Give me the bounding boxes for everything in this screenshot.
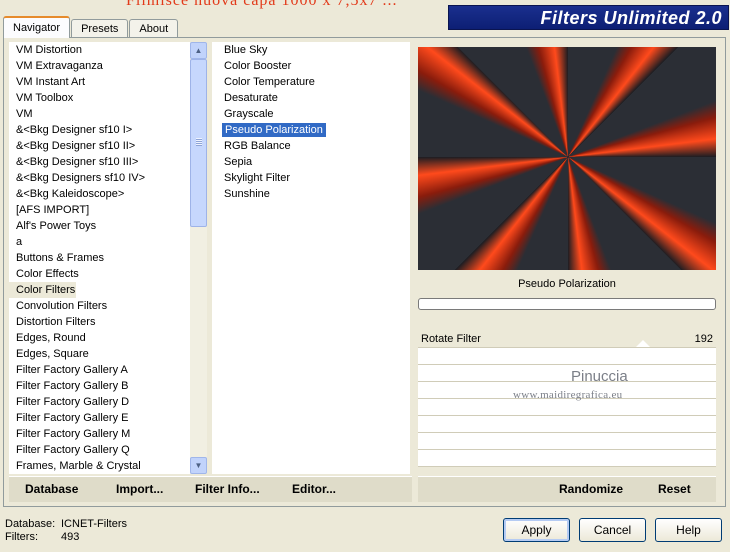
tab-about[interactable]: About — [129, 19, 179, 38]
filter-item[interactable]: Skylight Filter — [212, 170, 410, 186]
database-label: Database: — [5, 518, 56, 530]
category-item[interactable]: VM Toolbox — [9, 90, 189, 106]
param-row-empty — [418, 348, 716, 365]
parameter-panel: Rotate Filter 192 — [418, 331, 716, 473]
param-value: 192 — [694, 333, 713, 345]
param-row-rotate[interactable]: Rotate Filter 192 — [418, 331, 716, 348]
filter-item[interactable]: Color Booster — [212, 58, 410, 74]
tab-bar: Navigator Presets About — [3, 16, 179, 38]
category-item[interactable]: &<Bkg Kaleidoscope> — [9, 186, 189, 202]
filter-item[interactable]: Sunshine — [212, 186, 410, 202]
filter-item[interactable]: Grayscale — [212, 106, 410, 122]
filter-info-button[interactable]: Filter Info... — [195, 482, 260, 496]
scroll-up-button[interactable]: ▲ — [190, 42, 207, 59]
category-list[interactable]: VM Distortion VM Extravaganza VM Instant A… — [9, 42, 189, 474]
cancel-button[interactable]: Cancel — [579, 518, 646, 542]
param-row-empty — [418, 450, 716, 467]
param-label: Rotate Filter — [421, 333, 481, 345]
category-item[interactable]: Distortion Filters — [9, 314, 189, 330]
param-row-empty — [418, 416, 716, 433]
tab-presets[interactable]: Presets — [71, 19, 129, 38]
filter-item-label: Skylight Filter — [224, 172, 291, 184]
filter-item-label: Pseudo Polarization — [222, 123, 326, 137]
filter-item[interactable]: Sepia — [212, 154, 410, 170]
tab-navigator[interactable]: Navigator — [3, 16, 71, 38]
filter-item-label: Sepia — [224, 156, 253, 168]
category-item[interactable]: &<Bkg Designer sf10 I> — [9, 122, 189, 138]
category-item[interactable]: Filter Factory Gallery M — [9, 426, 189, 442]
preview-polarization-pattern — [418, 47, 716, 270]
filter-item[interactable]: Color Temperature — [212, 74, 410, 90]
filter-item-label: Desaturate — [224, 92, 278, 104]
slider-pointer-icon[interactable] — [636, 340, 650, 347]
category-item[interactable]: VM Extravaganza — [9, 58, 189, 74]
filter-item-label: Blue Sky — [224, 44, 268, 56]
scroll-down-button[interactable]: ▼ — [190, 457, 207, 474]
category-item[interactable]: Edges, Square — [9, 346, 189, 362]
navigator-button-bar: Database Import... Filter Info... Editor… — [9, 476, 412, 502]
category-item[interactable]: Edges, Round — [9, 330, 189, 346]
overlay-caption: Filmisce nuova capa 1000 x 7,5x7 ... — [126, 0, 398, 9]
filter-item[interactable]: Pseudo Polarization — [212, 122, 410, 138]
category-item[interactable]: VM Instant Art — [9, 74, 189, 90]
top-strip: Filmisce nuova capa 1000 x 7,5x7 ... Nav… — [0, 0, 730, 38]
category-item[interactable]: Filter Factory Gallery A — [9, 362, 189, 378]
progress-bar — [418, 298, 716, 310]
grip-icon — [196, 138, 202, 146]
editor-button[interactable]: Editor... — [292, 482, 336, 496]
brand-title: Filters Unlimited 2.0 — [540, 8, 722, 28]
param-row-empty — [418, 433, 716, 450]
filter-list-panel: Blue Sky Color Booster Color Temperature De… — [212, 42, 410, 474]
brand-banner: Filters Unlimited 2.0 — [448, 5, 729, 30]
category-item[interactable]: &<Bkg Designers sf10 IV> — [9, 170, 189, 186]
reset-button[interactable]: Reset — [658, 482, 691, 496]
category-item[interactable]: Filter Factory Gallery D — [9, 394, 189, 410]
category-item[interactable]: Color Filters — [9, 282, 76, 298]
category-list-panel: VM Distortion VM Extravaganza VM Instant A… — [9, 42, 207, 474]
filter-item-label: Grayscale — [224, 108, 274, 120]
database-value: ICNET-Filters — [61, 518, 127, 530]
scroll-thumb[interactable] — [190, 59, 207, 227]
category-item[interactable]: &<Bkg Designer sf10 II> — [9, 138, 189, 154]
category-item[interactable]: Alf's Power Toys — [9, 218, 189, 234]
filters-unlimited-window: Filmisce nuova capa 1000 x 7,5x7 ... Nav… — [0, 0, 730, 552]
category-item[interactable]: VM — [9, 106, 189, 122]
category-item[interactable]: a — [9, 234, 189, 250]
preview-button-bar: Randomize Reset — [418, 476, 716, 502]
filter-item[interactable]: RGB Balance — [212, 138, 410, 154]
category-item[interactable]: [AFS IMPORT] — [9, 202, 189, 218]
filter-list[interactable]: Blue Sky Color Booster Color Temperature De… — [212, 42, 410, 202]
filter-item-label: Sunshine — [224, 188, 270, 200]
category-item[interactable]: Buttons & Frames — [9, 250, 189, 266]
category-scrollbar[interactable]: ▲ ▼ — [190, 42, 207, 474]
category-item[interactable]: VM Distortion — [9, 42, 189, 58]
param-row-empty — [418, 365, 716, 382]
category-item[interactable]: Convolution Filters — [9, 298, 189, 314]
filter-item-label: Color Temperature — [224, 76, 315, 88]
category-item[interactable]: Color Effects — [9, 266, 189, 282]
filters-count-value: 493 — [61, 531, 80, 543]
help-button[interactable]: Help — [655, 518, 722, 542]
filter-item[interactable]: Blue Sky — [212, 42, 410, 58]
param-row-empty — [418, 399, 716, 416]
database-button[interactable]: Database — [25, 482, 78, 496]
preview-image — [418, 47, 716, 270]
category-item[interactable]: Filter Factory Gallery B — [9, 378, 189, 394]
filter-item[interactable]: Desaturate — [212, 90, 410, 106]
category-item[interactable]: Filter Factory Gallery Q — [9, 442, 189, 458]
randomize-button[interactable]: Randomize — [559, 482, 623, 496]
apply-button[interactable]: Apply — [503, 518, 570, 542]
category-item[interactable]: &<Bkg Designer sf10 III> — [9, 154, 189, 170]
category-item[interactable]: Filter Factory Gallery E — [9, 410, 189, 426]
database-info: Database: ICNET-Filters Filters: 493 — [5, 518, 127, 544]
watermark-url: www.maidiregrafica.eu — [513, 389, 623, 401]
filters-count-label: Filters: — [5, 531, 38, 543]
preview-filter-name: Pseudo Polarization — [518, 278, 616, 290]
filter-item-label: RGB Balance — [224, 140, 291, 152]
import-button[interactable]: Import... — [116, 482, 163, 496]
category-item[interactable]: Frames, Marble & Crystal — [9, 458, 189, 474]
watermark-name: Pinuccia — [571, 368, 628, 385]
filter-item-label: Color Booster — [224, 60, 292, 72]
